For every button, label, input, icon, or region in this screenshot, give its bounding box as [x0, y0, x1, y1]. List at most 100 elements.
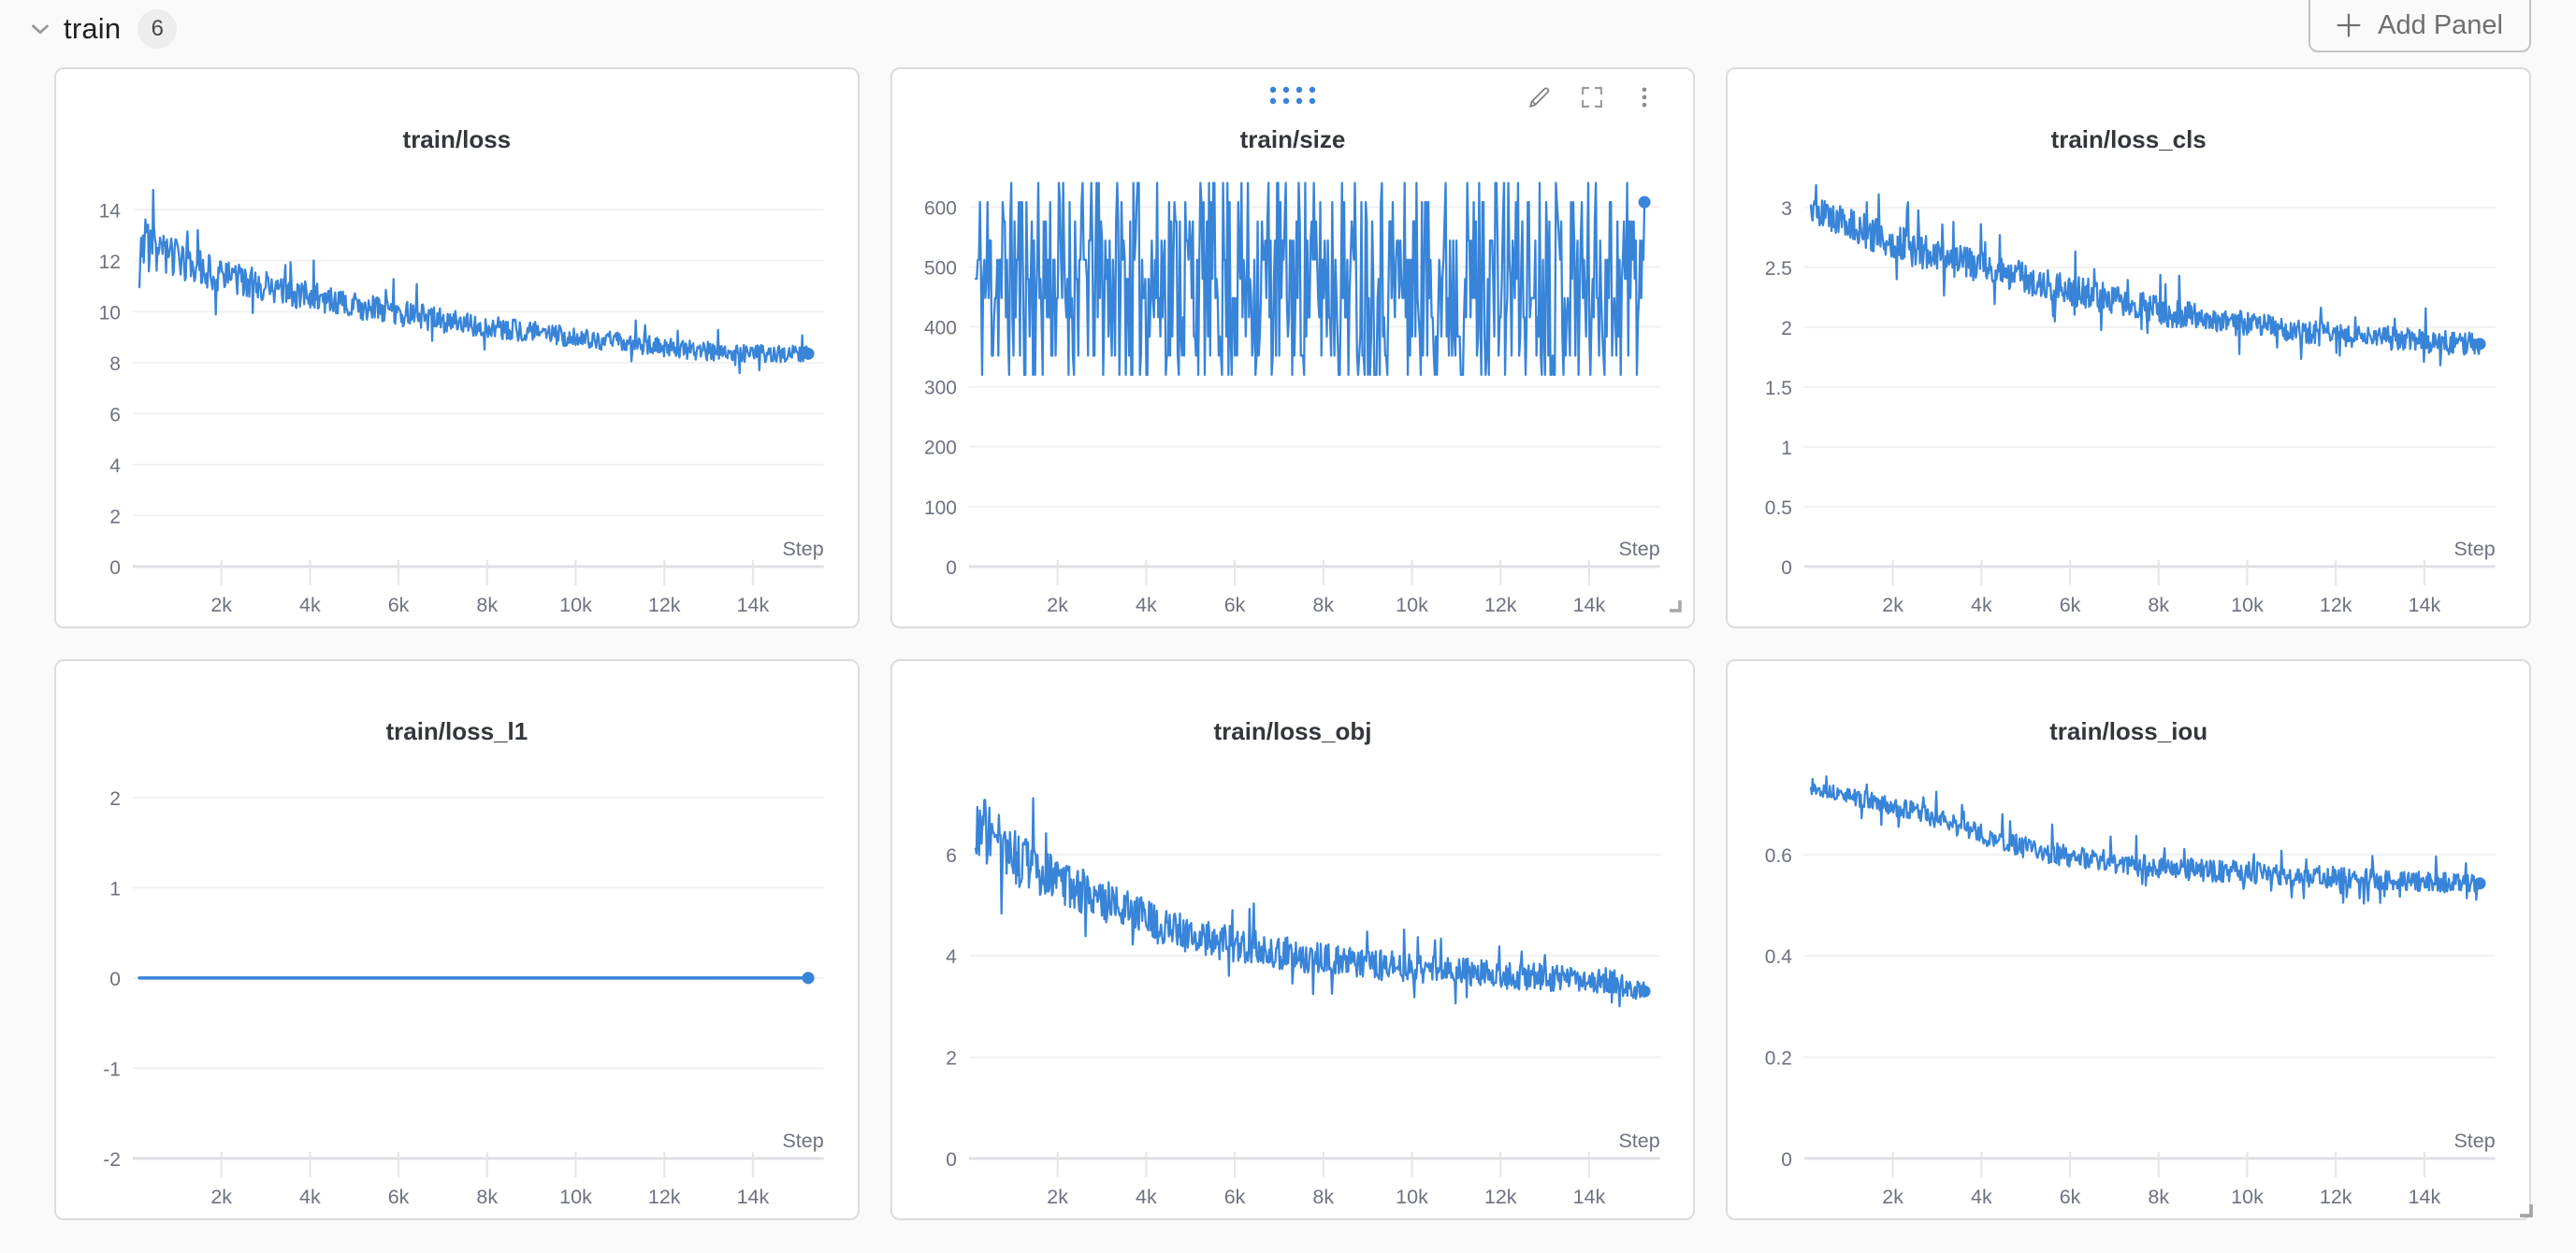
- svg-text:500: 500: [924, 257, 957, 279]
- svg-text:10k: 10k: [2232, 594, 2265, 615]
- svg-text:8k: 8k: [476, 1186, 498, 1207]
- svg-text:6k: 6k: [1223, 594, 1245, 615]
- svg-text:2k: 2k: [1883, 1186, 1904, 1207]
- panel-train-loss-cls: train/loss_cls 00.511.522.532k4k6k8k10k1…: [1726, 67, 2531, 628]
- svg-text:14k: 14k: [2409, 594, 2441, 615]
- line-chart-train-loss-iou[interactable]: 00.20.40.62k4k6k8k10k12k14kStep: [1729, 760, 2518, 1207]
- svg-text:Step: Step: [2454, 1130, 2496, 1152]
- svg-text:10: 10: [99, 302, 121, 324]
- line-chart-train-loss[interactable]: 024681012142k4k6k8k10k12k14kStep: [58, 168, 847, 615]
- svg-text:4: 4: [946, 946, 957, 968]
- svg-text:1: 1: [109, 878, 121, 900]
- svg-text:12k: 12k: [1484, 1186, 1517, 1207]
- svg-text:300: 300: [924, 378, 957, 399]
- svg-text:0: 0: [1782, 557, 1793, 579]
- svg-text:2k: 2k: [1047, 1186, 1068, 1207]
- svg-text:12k: 12k: [1484, 594, 1517, 615]
- svg-text:600: 600: [924, 197, 957, 219]
- svg-text:Step: Step: [1618, 1130, 1659, 1152]
- panel-grid: train/loss 024681012142k4k6k8k10k12k14kS…: [0, 58, 2576, 1220]
- svg-text:14k: 14k: [2409, 1186, 2441, 1207]
- svg-text:3: 3: [1782, 198, 1793, 220]
- svg-text:10k: 10k: [1396, 594, 1428, 615]
- svg-text:8k: 8k: [2149, 1186, 2170, 1207]
- svg-text:8: 8: [109, 353, 121, 375]
- section-header: train 6 Add Panel: [0, 0, 2576, 58]
- chart-title: train/loss_iou: [1728, 661, 2529, 746]
- chart-title: train/loss_obj: [892, 661, 1694, 746]
- chevron-down-icon[interactable]: [24, 13, 56, 45]
- add-panel-button[interactable]: Add Panel: [2308, 0, 2531, 52]
- svg-text:-1: -1: [103, 1059, 121, 1080]
- svg-text:12: 12: [99, 252, 121, 273]
- plus-icon: [2333, 9, 2365, 41]
- svg-text:0: 0: [109, 557, 121, 579]
- section-title: train: [64, 12, 121, 46]
- svg-text:4k: 4k: [299, 594, 321, 615]
- kebab-menu-icon: [1631, 84, 1657, 110]
- wandb-workspace-section: train 6 Add Panel train/loss 02468101214…: [0, 0, 2576, 1220]
- svg-text:-2: -2: [103, 1149, 121, 1171]
- svg-text:8k: 8k: [2149, 594, 2170, 615]
- svg-text:10k: 10k: [2232, 1186, 2265, 1207]
- svg-text:6: 6: [109, 404, 121, 425]
- svg-text:2.5: 2.5: [1765, 258, 1792, 280]
- svg-text:12k: 12k: [2320, 594, 2352, 615]
- svg-text:14k: 14k: [737, 1186, 770, 1207]
- add-panel-label: Add Panel: [2378, 10, 2503, 41]
- svg-text:Step: Step: [782, 1130, 823, 1152]
- line-chart-train-loss-obj[interactable]: 02462k4k6k8k10k12k14kStep: [894, 760, 1683, 1207]
- panel-menu-button[interactable]: [1629, 82, 1659, 112]
- svg-text:400: 400: [924, 318, 957, 339]
- svg-text:14: 14: [99, 200, 122, 222]
- svg-text:4k: 4k: [1136, 594, 1157, 615]
- svg-text:12k: 12k: [2320, 1186, 2352, 1207]
- svg-text:4k: 4k: [1971, 1186, 1992, 1207]
- pencil-icon: [1527, 84, 1553, 110]
- panel-count-badge: 6: [137, 9, 177, 49]
- panel-train-loss-iou: train/loss_iou 00.20.40.62k4k6k8k10k12k1…: [1726, 659, 2531, 1220]
- line-chart-train-size[interactable]: 01002003004005006002k4k6k8k10k12k14kStep: [894, 168, 1683, 615]
- svg-text:Step: Step: [2454, 538, 2496, 560]
- svg-text:2k: 2k: [1883, 594, 1904, 615]
- svg-text:6k: 6k: [388, 1186, 410, 1207]
- svg-text:4k: 4k: [1971, 594, 1992, 615]
- svg-text:6: 6: [946, 845, 957, 867]
- panel-train-loss-l1: train/loss_l1 -2-10122k4k6k8k10k12k14kSt…: [54, 659, 860, 1220]
- svg-text:0.6: 0.6: [1765, 845, 1792, 867]
- svg-text:12k: 12k: [648, 594, 681, 615]
- svg-text:200: 200: [924, 438, 957, 459]
- chart-title: train/loss_l1: [56, 661, 858, 746]
- svg-text:2k: 2k: [1047, 594, 1068, 615]
- svg-text:100: 100: [924, 497, 957, 519]
- svg-text:6k: 6k: [2060, 594, 2081, 615]
- svg-text:10k: 10k: [1396, 1186, 1428, 1207]
- line-chart-train-loss-cls[interactable]: 00.511.522.532k4k6k8k10k12k14kStep: [1729, 168, 2518, 615]
- panel-train-loss-obj: train/loss_obj 02462k4k6k8k10k12k14kStep: [890, 659, 1696, 1220]
- drag-dots-icon[interactable]: [1267, 84, 1318, 111]
- svg-text:0.2: 0.2: [1765, 1048, 1792, 1070]
- fullscreen-icon: [1579, 84, 1605, 110]
- svg-text:4k: 4k: [299, 1186, 321, 1207]
- svg-text:6k: 6k: [388, 594, 410, 615]
- fullscreen-button[interactable]: [1577, 82, 1607, 112]
- svg-text:0: 0: [946, 557, 957, 579]
- svg-text:2: 2: [109, 506, 121, 527]
- chart-title: train/loss_cls: [1728, 69, 2529, 154]
- svg-text:0.5: 0.5: [1765, 497, 1792, 519]
- svg-text:0: 0: [946, 1149, 957, 1171]
- svg-text:Step: Step: [1618, 538, 1659, 560]
- panel-train-size: train/size 01002003004005006002k4k6k8k10…: [890, 67, 1696, 628]
- svg-text:10k: 10k: [559, 594, 592, 615]
- svg-text:1.5: 1.5: [1765, 378, 1792, 399]
- svg-text:6k: 6k: [2060, 1186, 2081, 1207]
- svg-text:14k: 14k: [1572, 594, 1605, 615]
- svg-text:0: 0: [1782, 1149, 1793, 1171]
- panel-resize-handle[interactable]: [1665, 596, 1684, 619]
- line-chart-train-loss-l1[interactable]: -2-10122k4k6k8k10k12k14kStep: [58, 760, 847, 1207]
- edit-panel-button[interactable]: [1525, 82, 1555, 112]
- svg-text:8k: 8k: [1312, 1186, 1334, 1207]
- section-resize-handle[interactable]: [2514, 1199, 2535, 1224]
- svg-text:6k: 6k: [1223, 1186, 1245, 1207]
- svg-text:1: 1: [1782, 438, 1793, 459]
